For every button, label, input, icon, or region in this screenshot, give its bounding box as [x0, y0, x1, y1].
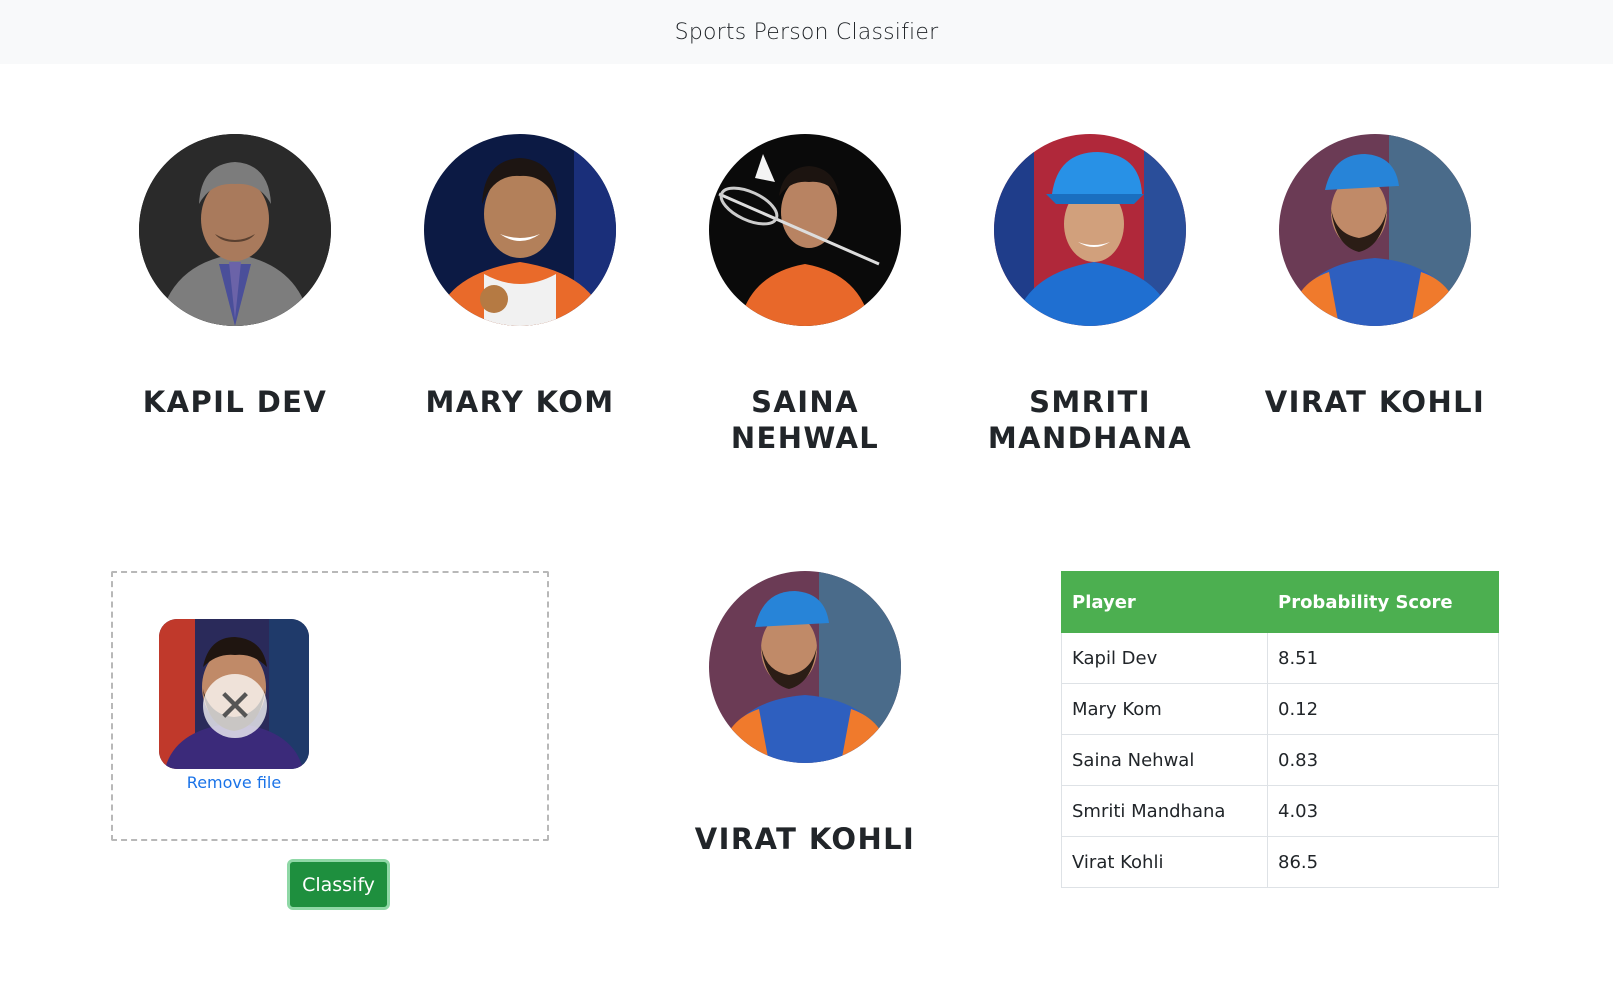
result-photo [709, 571, 901, 763]
player-name: KAPIL DEV [142, 385, 328, 419]
score-cell: 4.03 [1267, 785, 1499, 837]
close-icon[interactable]: ✕ [203, 674, 267, 738]
player-name: SMRITI MANDHANA [987, 385, 1193, 455]
table-row: Smriti Mandhana 4.03 [1061, 785, 1499, 837]
player-photo-saina-nehwal [709, 134, 901, 326]
classify-button[interactable]: Classify [287, 859, 390, 910]
score-cell: 0.12 [1267, 683, 1499, 735]
player-card-kapil-dev: KAPIL DEV [120, 134, 350, 420]
table-row: Kapil Dev 8.51 [1061, 632, 1499, 684]
player-name: SAINA NEHWAL [730, 385, 880, 455]
player-photo-mary-kom [424, 134, 616, 326]
score-cell: 86.5 [1267, 836, 1499, 888]
player-card-mary-kom: MARY KOM [405, 134, 635, 420]
player-name: MARY KOM [425, 385, 615, 419]
player-card-saina-nehwal: SAINA NEHWAL [690, 134, 920, 456]
table-row: Saina Nehwal 0.83 [1061, 734, 1499, 786]
score-cell: 8.51 [1267, 632, 1499, 684]
result-player-name: VIRAT KOHLI [694, 822, 916, 856]
player-photo-smriti-mandhana [994, 134, 1186, 326]
player-cell: Saina Nehwal [1061, 734, 1268, 786]
player-cell: Virat Kohli [1061, 836, 1268, 888]
probability-table: Player Probability Score Kapil Dev 8.51 … [1061, 571, 1499, 888]
player-cell: Kapil Dev [1061, 632, 1268, 684]
column-header-probability: Probability Score [1267, 571, 1499, 633]
navbar: Sports Person Classifier [0, 0, 1613, 64]
uploaded-image-preview: ✕ [159, 619, 309, 769]
player-photo-kapil-dev [139, 134, 331, 326]
player-photo-virat-kohli [1279, 134, 1471, 326]
file-dropzone[interactable]: ✕ Remove file [111, 571, 549, 841]
column-header-player: Player [1061, 571, 1268, 633]
remove-file-link[interactable]: Remove file [159, 773, 309, 792]
player-name: VIRAT KOHLI [1264, 385, 1486, 419]
table-row: Virat Kohli 86.5 [1061, 836, 1499, 888]
score-cell: 0.83 [1267, 734, 1499, 786]
player-card-smriti-mandhana: SMRITI MANDHANA [975, 134, 1205, 456]
result-card: VIRAT KOHLI [690, 571, 920, 857]
table-header-row: Player Probability Score [1061, 571, 1499, 633]
table-row: Mary Kom 0.12 [1061, 683, 1499, 735]
player-cell: Smriti Mandhana [1061, 785, 1268, 837]
player-cell: Mary Kom [1061, 683, 1268, 735]
player-card-virat-kohli: VIRAT KOHLI [1260, 134, 1490, 420]
page-title[interactable]: Sports Person Classifier [675, 20, 939, 45]
